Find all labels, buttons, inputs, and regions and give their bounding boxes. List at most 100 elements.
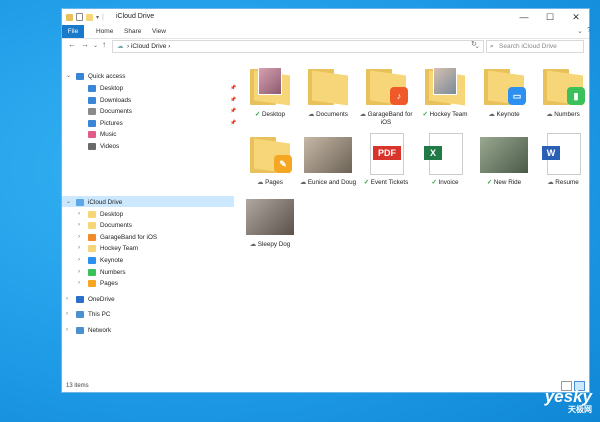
file-item-caption: ☁ Keynote [474, 111, 534, 119]
new-folder-icon[interactable] [86, 13, 93, 21]
nav-item-icon [76, 296, 84, 303]
expand-chevron-icon[interactable]: › [78, 267, 80, 278]
watermark-logo: yesky 天极网 [545, 388, 592, 414]
tab-home[interactable]: Home [90, 25, 119, 38]
expand-chevron-icon[interactable]: › [78, 243, 80, 254]
folder-icon [308, 69, 348, 106]
nav-item-label: Documents [100, 222, 132, 230]
pin-icon: 📌 [230, 108, 237, 115]
address-bar[interactable]: ☁ › iCloud Drive › ⌄ [112, 40, 484, 53]
up-button[interactable]: ↑ [102, 40, 106, 49]
nav-icloud-desktop[interactable]: › Desktop [64, 209, 234, 220]
watermark-brand: yesky [544, 387, 592, 406]
expand-chevron-icon[interactable]: › [66, 325, 68, 336]
nav-this-pc[interactable]: › This PC [64, 309, 234, 320]
nav-item-label: This PC [88, 311, 111, 318]
file-item-garageband-for-ios[interactable]: ♪ ☁ GarageBand for iOS [356, 65, 416, 131]
file-item-name: Documents [316, 111, 348, 118]
cloud-status-icon: ☁ [257, 179, 266, 186]
pin-icon: 📌 [230, 96, 237, 103]
nav-quick-access[interactable]: ⌄ Quick access [64, 71, 234, 82]
file-item-name: Invoice [438, 179, 459, 186]
expand-chevron-icon[interactable]: › [78, 220, 80, 231]
file-item-eunice-and-doug[interactable]: ☁ Eunice and Doug [298, 133, 358, 199]
nav-network[interactable]: › Network [64, 325, 234, 336]
nav-item-label: Keynote [100, 256, 124, 264]
close-button[interactable]: ✕ [563, 9, 589, 25]
expand-chevron-icon[interactable]: › [78, 232, 80, 243]
tab-share[interactable]: Share [118, 25, 147, 38]
nav-icloud-garageband-for-ios[interactable]: › GarageBand for iOS [64, 232, 234, 243]
expand-ribbon-icon[interactable]: ⌄ [577, 27, 583, 35]
minimize-button[interactable]: — [511, 9, 537, 25]
nav-icloud-pages[interactable]: › Pages [64, 278, 234, 289]
properties-icon[interactable] [76, 13, 83, 21]
tab-file[interactable]: File [62, 25, 84, 38]
back-button[interactable]: ← [68, 40, 76, 49]
file-item-hockey-team[interactable]: ✓ Hockey Team [415, 65, 475, 131]
thumbnail [480, 133, 528, 178]
nav-item-label: Numbers [100, 268, 126, 276]
nav-icloud-hockey-team[interactable]: › Hockey Team [64, 243, 234, 254]
file-item-name: Numbers [554, 111, 580, 118]
nav-item-icon [88, 245, 96, 253]
thumbnail: ✎ [246, 133, 294, 178]
thumbnail [421, 65, 469, 110]
thumbnail: X [421, 133, 469, 178]
file-item-documents[interactable]: ☁ Documents [298, 65, 358, 131]
file-item-invoice[interactable]: X ✓ Invoice [415, 133, 475, 199]
help-icon[interactable]: ? [587, 27, 591, 34]
nav-icloud-keynote[interactable]: › Keynote [64, 255, 234, 266]
cloud-icon: ☁ [117, 43, 124, 50]
file-item-keynote[interactable]: ▭ ☁ Keynote [474, 65, 534, 131]
expand-chevron-icon[interactable]: › [66, 309, 68, 320]
address-row: ← → ⌄ ↑ ☁ › iCloud Drive › ⌄ ↻ ⌕ Search … [62, 39, 589, 53]
nav-icloud-documents[interactable]: › Documents [64, 220, 234, 231]
keynote-app-icon: ▭ [508, 87, 526, 105]
refresh-icon[interactable]: ↻ [471, 40, 477, 48]
file-type-label: X [424, 146, 442, 160]
forward-button[interactable]: → [81, 40, 89, 49]
nav-quick-music[interactable]: Music [64, 129, 234, 140]
collapse-chevron-icon[interactable]: ⌄ [66, 197, 71, 208]
expand-chevron-icon[interactable]: › [78, 278, 80, 289]
file-item-sleepy-dog[interactable]: ☁ Sleepy Dog [240, 195, 300, 261]
nav-item-label: Quick access [88, 73, 126, 80]
expand-chevron-icon[interactable]: › [78, 255, 80, 266]
nav-quick-videos[interactable]: Videos [64, 141, 234, 152]
nav-item-label: Hockey Team [100, 245, 139, 253]
ribbon-tabs: File Home Share View ⌄ ? [62, 25, 591, 39]
file-type-label: W [542, 146, 560, 160]
nav-quick-documents[interactable]: Documents 📌 [64, 106, 237, 117]
nav-icloud-numbers[interactable]: › Numbers [64, 267, 234, 278]
nav-quick-pictures[interactable]: Pictures 📌 [64, 118, 237, 129]
search-input[interactable]: ⌕ Search iCloud Drive [486, 40, 584, 53]
nav-quick-downloads[interactable]: Downloads 📌 [64, 95, 237, 106]
thumbnail: ♪ [362, 65, 410, 110]
tab-view[interactable]: View [146, 25, 172, 38]
file-item-name: Sleepy Dog [257, 241, 291, 248]
maximize-button[interactable]: ☐ [537, 9, 563, 25]
file-item-numbers[interactable]: ▮ ☁ Numbers [533, 65, 593, 131]
file-item-desktop[interactable]: ✓ Desktop [240, 65, 300, 131]
numbers-app-icon: ▮ [567, 87, 585, 105]
nav-item-icon [88, 210, 96, 218]
recent-locations-icon[interactable]: ⌄ [93, 42, 98, 49]
nav-icloud-drive[interactable]: ⌄ iCloud Drive [64, 197, 234, 208]
breadcrumb-icloud-drive[interactable]: iCloud Drive [131, 43, 166, 50]
expand-chevron-icon[interactable]: › [66, 294, 68, 305]
file-item-new-ride[interactable]: ✓ New Ride [474, 133, 534, 199]
file-item-caption: ☁ Resume [533, 179, 593, 187]
nav-item-icon [88, 280, 96, 288]
file-item-resume[interactable]: W ☁ Resume [533, 133, 593, 199]
file-item-pages[interactable]: ✎ ☁ Pages [240, 133, 300, 199]
file-item-name: Eunice and Doug [307, 179, 357, 186]
nav-quick-desktop[interactable]: Desktop 📌 [64, 83, 236, 94]
quick-access-toolbar-dropdown-icon[interactable]: ▾ [96, 14, 99, 21]
nav-onedrive[interactable]: › OneDrive [64, 294, 234, 305]
collapse-chevron-icon[interactable]: ⌄ [66, 71, 71, 82]
file-item-event-tickets[interactable]: PDF ✓ Event Tickets [356, 133, 416, 199]
thumbnail: W [539, 133, 587, 178]
expand-chevron-icon[interactable]: › [78, 209, 80, 220]
pin-icon: 📌 [230, 119, 237, 126]
